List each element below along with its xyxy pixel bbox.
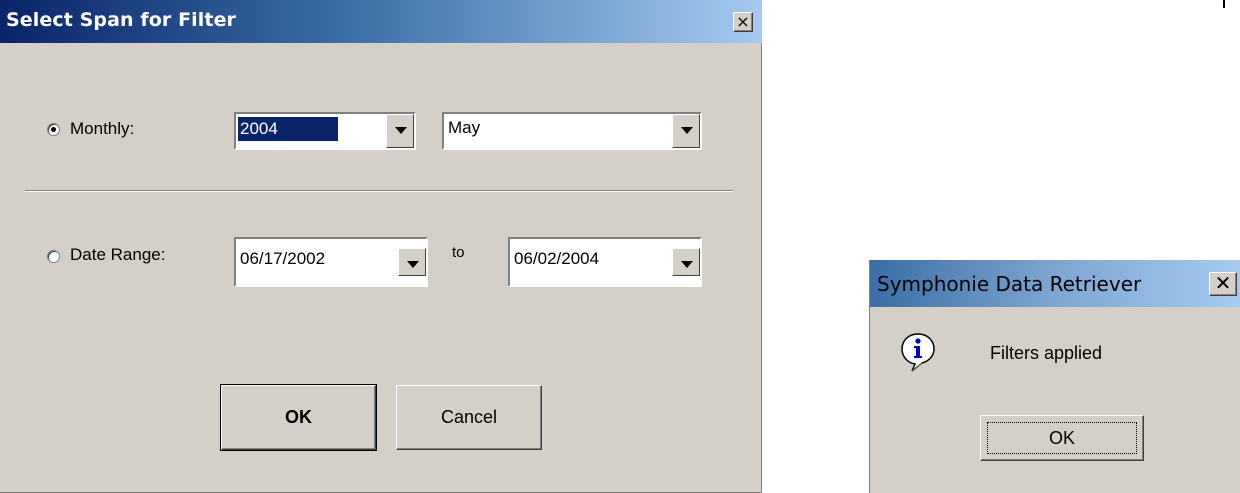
year-select[interactable]: 2004: [234, 112, 416, 150]
date-range-label: Date Range:: [70, 245, 166, 264]
dialog-title-bar: Select Span for Filter ×: [0, 0, 762, 43]
monthly-label: Monthly:: [70, 119, 135, 138]
message-text: Filters applied: [990, 343, 1103, 363]
from-date-value: 06/17/2002: [240, 249, 326, 268]
cancel-button[interactable]: Cancel: [396, 385, 542, 450]
month-dropdown-button[interactable]: [672, 114, 700, 148]
message-box-title-bar: Symphonie Data Retriever ✕: [870, 260, 1240, 307]
to-date-picker[interactable]: 06/02/2004: [508, 237, 702, 287]
from-date-picker[interactable]: 06/17/2002: [234, 237, 428, 287]
close-icon: ×: [736, 12, 750, 31]
chevron-down-icon: [681, 127, 693, 134]
month-select[interactable]: May: [442, 112, 702, 150]
to-date-dropdown-button[interactable]: [672, 248, 700, 276]
to-date-value: 06/02/2004: [514, 249, 600, 268]
date-range-radio[interactable]: [47, 250, 60, 263]
message-ok-button[interactable]: OK: [980, 415, 1144, 461]
message-box-close-button[interactable]: ✕: [1209, 272, 1237, 296]
year-dropdown-button[interactable]: [386, 114, 414, 148]
to-label: to: [452, 244, 465, 261]
select-span-dialog: Select Span for Filter × Monthly: 2004 M…: [0, 0, 762, 493]
message-box-title: Symphonie Data Retriever: [877, 272, 1142, 296]
close-icon: ✕: [1214, 271, 1232, 295]
chevron-down-icon: [395, 127, 407, 134]
dialog-title: Select Span for Filter: [6, 9, 237, 31]
chevron-down-icon: [407, 261, 419, 268]
info-icon: [901, 333, 935, 372]
from-date-dropdown-button[interactable]: [398, 248, 426, 276]
focus-rect: [987, 422, 1137, 454]
radio-checked-dot: [51, 127, 56, 132]
edge-mark: [1223, 0, 1225, 8]
month-value: May: [448, 118, 481, 137]
monthly-radio[interactable]: [47, 123, 60, 136]
ok-button[interactable]: OK: [220, 384, 377, 451]
separator: [25, 190, 733, 192]
chevron-down-icon: [681, 261, 693, 268]
close-button[interactable]: ×: [733, 12, 753, 32]
message-box: Symphonie Data Retriever ✕ Filters appli…: [869, 260, 1240, 493]
year-value: 2004: [238, 117, 338, 141]
